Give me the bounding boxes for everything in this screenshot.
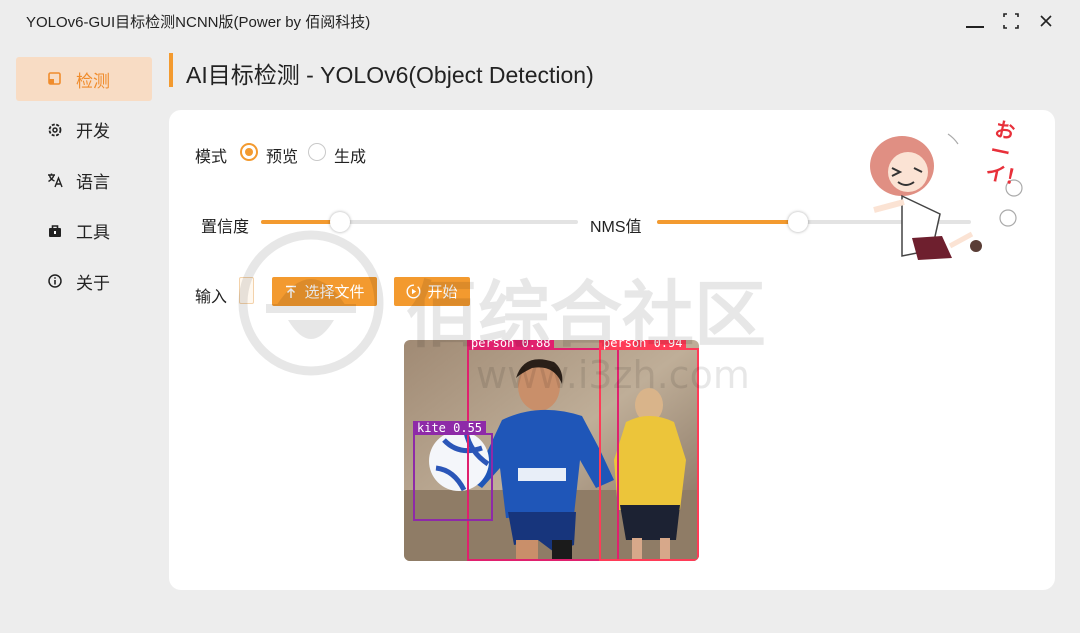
- title-accent-bar: [169, 53, 173, 87]
- radio-generate-label[interactable]: 生成: [334, 143, 366, 167]
- choose-file-button[interactable]: 选择文件: [272, 277, 377, 306]
- bbox-kite: kite 0.55: [413, 421, 493, 521]
- radio-preview-label[interactable]: 预览: [266, 143, 298, 167]
- maximize-icon[interactable]: [996, 8, 1026, 34]
- bbox-label: kite 0.55: [413, 421, 487, 435]
- start-label: 开始: [427, 284, 458, 301]
- bbox-label: person 0.88: [467, 340, 555, 350]
- detect-icon: [46, 70, 64, 88]
- title-bar: YOLOv6-GUI目标检测NCNN版(Power by 佰阅科技): [0, 0, 1080, 42]
- sidebar-item-detect[interactable]: 检测: [16, 57, 152, 101]
- bbox-label: person 0.94: [599, 340, 687, 350]
- mascot-illustration: おーイ！: [862, 118, 1032, 278]
- confidence-slider-fill: [261, 220, 340, 224]
- confidence-slider[interactable]: [261, 212, 578, 232]
- radio-generate[interactable]: [308, 143, 326, 161]
- sidebar-item-label: 语言: [76, 172, 110, 192]
- translate-icon: [46, 171, 64, 189]
- app-title: YOLOv6-GUI目标检测NCNN版(Power by 佰阅科技): [26, 14, 371, 31]
- input-path-field[interactable]: [239, 277, 254, 304]
- sidebar-item-label: 关于: [76, 273, 110, 293]
- confidence-slider-thumb[interactable]: [330, 212, 350, 232]
- mode-label: 模式: [195, 149, 228, 166]
- nms-label: NMS值: [590, 219, 642, 236]
- choose-file-label: 选择文件: [304, 284, 365, 301]
- close-icon[interactable]: [1031, 8, 1061, 34]
- sidebar-item-label: 检测: [76, 71, 110, 91]
- nms-slider-thumb[interactable]: [788, 212, 808, 232]
- sidebar-item-label: 工具: [76, 223, 110, 242]
- confidence-label: 置信度: [201, 219, 250, 236]
- nms-slider-fill: [657, 220, 798, 224]
- bbox-person-2: person 0.94: [599, 340, 699, 561]
- start-button[interactable]: 开始: [394, 277, 470, 306]
- sidebar-item-label: 开发: [76, 122, 110, 141]
- input-label: 输入: [195, 289, 228, 306]
- upload-arrow-icon: [284, 285, 298, 299]
- sidebar: 检测 开发 语言 工具 关于: [16, 57, 152, 310]
- detection-result-image: person 0.88 person 0.94 kite 0.55: [404, 340, 699, 561]
- sidebar-item-about[interactable]: 关于: [16, 259, 152, 303]
- play-circle-icon: [406, 284, 421, 299]
- sidebar-item-develop[interactable]: 开发: [16, 108, 152, 152]
- radio-preview[interactable]: [240, 143, 258, 161]
- sidebar-item-language[interactable]: 语言: [16, 158, 152, 202]
- toolbox-icon: [46, 222, 64, 240]
- gear-icon: [46, 121, 64, 139]
- minimize-icon[interactable]: [960, 8, 990, 34]
- page-title: AI目标检测 - YOLOv6(Object Detection): [186, 62, 594, 88]
- info-icon: [46, 272, 64, 290]
- sidebar-item-tools[interactable]: 工具: [16, 209, 152, 253]
